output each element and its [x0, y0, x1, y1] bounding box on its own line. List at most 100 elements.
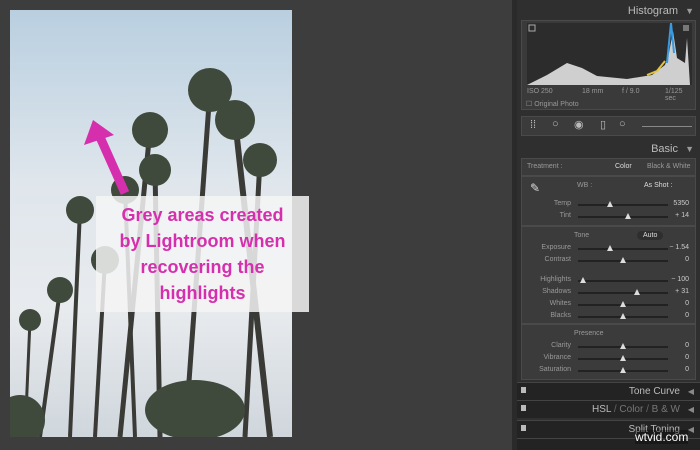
graduated-filter-icon[interactable]: ▯ — [600, 118, 606, 131]
presence-section: Presence Clarity 0 Vibrance 0 Saturation 0 — [521, 324, 696, 380]
slider-label: Shadows — [542, 288, 571, 295]
histogram-header[interactable]: Histogram ▼ — [517, 0, 700, 22]
radial-filter-icon[interactable]: ○ — [619, 118, 626, 130]
slider-track[interactable] — [578, 245, 668, 251]
annotation-box: Grey areas created by Lightroom when rec… — [96, 196, 309, 312]
watermark: wtvid.com — [635, 430, 689, 444]
slider-track[interactable] — [578, 301, 668, 307]
slider-thumb[interactable] — [620, 367, 626, 373]
original-photo-checkbox[interactable]: ☐ Original Photo — [526, 100, 579, 108]
slider-thumb[interactable] — [607, 201, 614, 207]
shadow-clipping-icon[interactable] — [528, 24, 536, 32]
slider-value[interactable]: 0 — [685, 342, 689, 349]
tone-section: Tone Auto Exposure − 1.54 Contrast 0 Highlig… — [521, 226, 696, 324]
treatment-bw-button[interactable]: Black & White — [647, 163, 691, 170]
annotation-arrow — [84, 120, 130, 195]
slider-vibrance[interactable]: Vibrance 0 — [522, 353, 697, 365]
slider-value[interactable]: − 1.54 — [669, 244, 689, 251]
slider-track[interactable] — [578, 277, 668, 283]
expand-triangle-icon: ◀ — [687, 387, 694, 396]
bw-tab[interactable]: B & W — [652, 404, 680, 415]
slider-value[interactable]: 0 — [685, 366, 689, 373]
separator: / — [646, 404, 649, 415]
aperture: f / 9.0 — [622, 88, 640, 95]
slider-value[interactable]: 0 — [685, 300, 689, 307]
highlight-clipping-icon[interactable] — [683, 25, 689, 31]
hsl-header[interactable]: HSL / Color / B & W ◀ — [517, 400, 700, 418]
annotation-line: Grey areas created — [121, 205, 284, 225]
treatment-color-button[interactable]: Color — [615, 163, 632, 170]
slider-value[interactable]: + 14 — [675, 212, 689, 219]
slider-label: Vibrance — [543, 354, 571, 361]
white-balance-section: ✎ WB : As Shot : Temp 5350 Tint + 14 — [521, 176, 696, 226]
treatment-row: Treatment : Color Black & White — [521, 158, 696, 176]
slider-track[interactable] — [578, 355, 668, 361]
collapse-triangle-icon[interactable]: ▼ — [685, 138, 694, 160]
slider-value[interactable]: 0 — [685, 312, 689, 319]
slider-label: Clarity — [551, 342, 571, 349]
hsl-tab[interactable]: HSL — [592, 404, 611, 415]
slider-label: Contrast — [544, 256, 571, 263]
red-eye-icon[interactable]: ◉ — [574, 118, 584, 131]
color-tab[interactable]: Color — [619, 404, 643, 415]
slider-thumb[interactable] — [624, 213, 631, 219]
slider-shadows[interactable]: Shadows + 31 — [522, 287, 697, 299]
slider-thumb[interactable] — [579, 277, 586, 283]
slider-value[interactable]: 0 — [685, 354, 689, 361]
expand-triangle-icon: ◀ — [687, 405, 694, 414]
slider-value[interactable]: + 31 — [675, 288, 689, 295]
slider-track[interactable] — [578, 289, 668, 295]
slider-thumb[interactable] — [633, 289, 640, 295]
slider-contrast[interactable]: Contrast 0 — [522, 255, 697, 267]
slider-label: Exposure — [541, 244, 571, 251]
expand-triangle-icon: ◀ — [687, 425, 694, 434]
slider-thumb[interactable] — [620, 257, 626, 263]
crop-overlay-icon[interactable]: ⁞⁞ — [530, 119, 536, 131]
slider-highlights[interactable]: Highlights − 100 — [522, 275, 697, 287]
panel-toggle-icon[interactable] — [521, 425, 526, 431]
slider-thumb[interactable] — [620, 313, 626, 319]
basic-header[interactable]: Basic ▼ — [517, 138, 700, 160]
slider-whites[interactable]: Whites 0 — [522, 299, 697, 311]
panel-toggle-icon[interactable] — [521, 405, 526, 411]
develop-panel: Histogram ▼ ISO 250 18 mm f / 9.0 1/125 s… — [517, 0, 700, 450]
slider-thumb[interactable] — [620, 355, 626, 361]
auto-tone-button[interactable]: Auto — [637, 231, 664, 240]
slider-track[interactable] — [578, 201, 668, 207]
slider-tint[interactable]: Tint + 14 — [522, 211, 697, 223]
histogram-section: ISO 250 18 mm f / 9.0 1/125 sec ☐ Origin… — [521, 20, 696, 110]
slider-temp[interactable]: Temp 5350 — [522, 199, 697, 211]
basic-title: Basic — [651, 143, 678, 155]
slider-label: Blacks — [550, 312, 571, 319]
iso-value: ISO 250 — [527, 88, 553, 95]
slider-thumb[interactable] — [620, 343, 626, 349]
eyedropper-icon[interactable]: ✎ — [530, 181, 540, 195]
slider-track[interactable] — [578, 213, 668, 219]
slider-exposure[interactable]: Exposure − 1.54 — [522, 243, 697, 255]
presence-label: Presence — [574, 330, 604, 337]
shutter-speed: 1/125 sec — [665, 88, 683, 102]
slider-track[interactable] — [578, 367, 668, 373]
slider-value[interactable]: 5350 — [673, 200, 689, 207]
spot-removal-icon[interactable]: ○ — [552, 118, 559, 130]
slider-value[interactable]: − 100 — [671, 276, 689, 283]
slider-value[interactable]: 0 — [685, 256, 689, 263]
slider-clarity[interactable]: Clarity 0 — [522, 341, 697, 353]
treatment-label: Treatment : — [527, 163, 563, 170]
wb-dropdown[interactable]: As Shot : — [644, 182, 672, 189]
adjustment-brush-icon[interactable] — [642, 126, 692, 127]
slider-label: Saturation — [539, 366, 571, 373]
slider-thumb[interactable] — [607, 245, 614, 251]
slider-track[interactable] — [578, 313, 668, 319]
tone-curve-header[interactable]: Tone Curve ◀ — [517, 382, 700, 400]
panel-toggle-icon[interactable] — [521, 387, 526, 393]
slider-track[interactable] — [578, 343, 668, 349]
slider-saturation[interactable]: Saturation 0 — [522, 365, 697, 377]
tone-label: Tone — [574, 232, 590, 239]
slider-thumb[interactable] — [620, 301, 626, 307]
collapse-triangle-icon[interactable]: ▼ — [685, 0, 694, 22]
tool-strip: ⁞⁞ ○ ◉ ▯ ○ — [521, 116, 696, 136]
slider-track[interactable] — [578, 257, 668, 263]
slider-blacks[interactable]: Blacks 0 — [522, 311, 697, 323]
slider-label: Highlights — [540, 276, 571, 283]
